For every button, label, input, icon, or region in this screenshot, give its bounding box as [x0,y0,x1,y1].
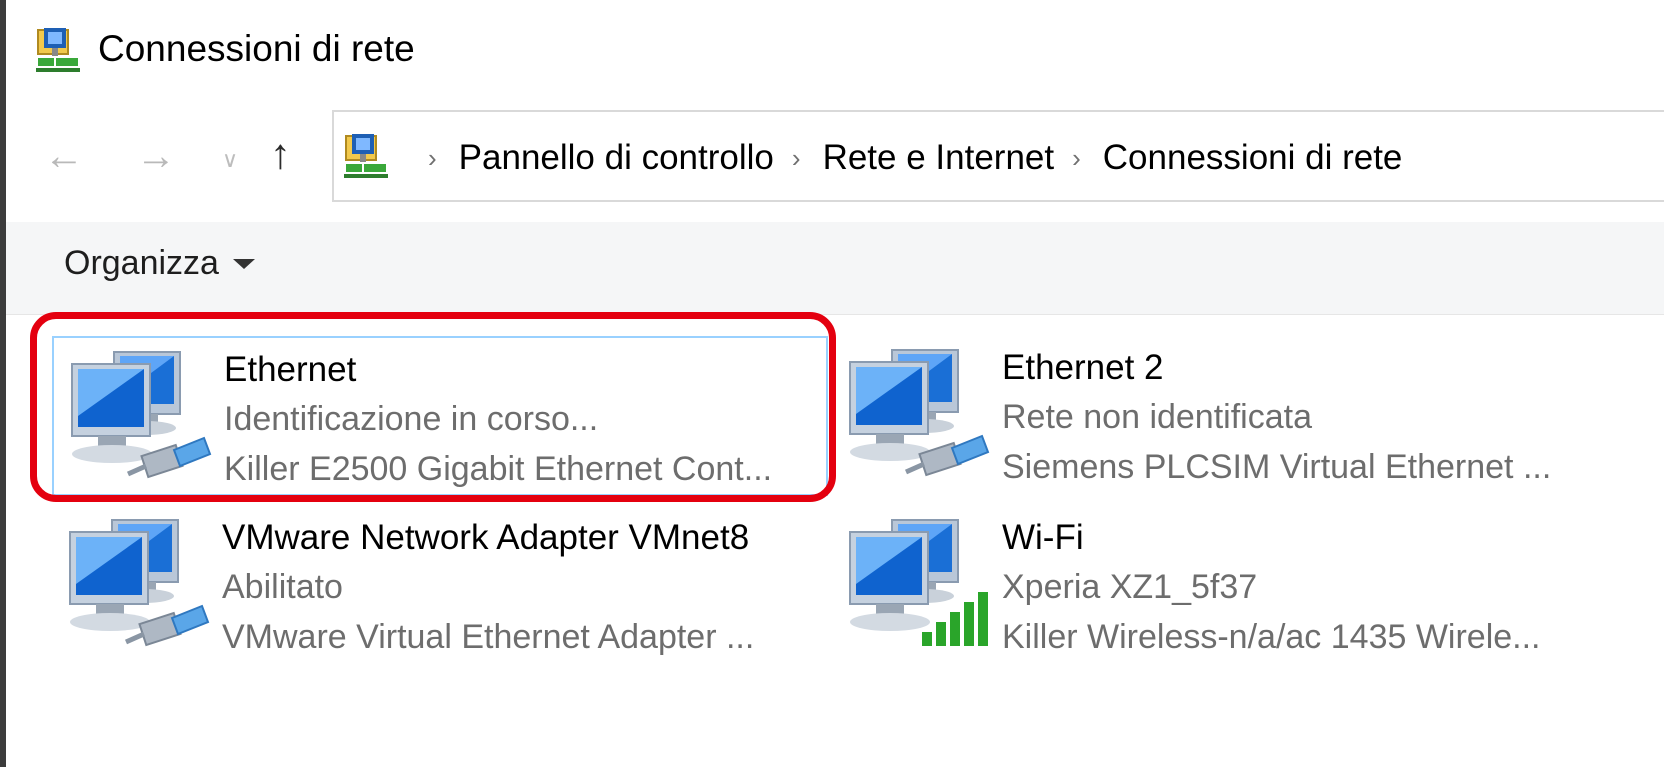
title-bar: Connessioni di rete [6,0,1664,100]
connection-device: Killer Wireless-n/a/ac 1435 Wirele... [1002,618,1541,656]
breadcrumb-separator-icon[interactable]: › [428,143,437,174]
wifi-adapter-icon [849,519,988,646]
chevron-down-icon[interactable]: ∨ [222,140,238,180]
connection-name: VMware Network Adapter VMnet8 [222,518,750,557]
connection-device: Killer E2500 Gigabit Ethernet Cont... [224,450,773,488]
connection-item-vmware-vmnet8[interactable]: VMware Network Adapter VMnet8 Abilitato … [52,506,828,666]
caret-down-icon [232,258,255,269]
breadcrumb-item-network-connections[interactable]: Connessioni di rete [1103,138,1403,178]
address-bar[interactable]: › Pannello di controllo › Rete e Interne… [332,110,1664,202]
breadcrumb: › Pannello di controllo › Rete e Interne… [410,132,1402,184]
connection-status: Rete non identificata [1002,398,1312,436]
organize-button[interactable]: Organizza [64,244,255,283]
network-adapter-icon [71,351,212,479]
connection-status: Identificazione in corso... [224,400,599,438]
breadcrumb-item-control-panel[interactable]: Pannello di controllo [459,138,774,178]
connection-status: Xperia XZ1_5f37 [1002,568,1258,606]
connection-item-wifi[interactable]: Wi-Fi Xperia XZ1_5f37 Killer Wireless-n/… [832,506,1608,666]
window-title: Connessioni di rete [98,28,415,69]
network-adapter-icon [849,349,990,477]
connection-name: Ethernet 2 [1002,348,1164,387]
network-connections-icon [36,28,80,72]
connection-name: Ethernet [224,350,357,389]
back-arrow-icon[interactable]: ← [44,136,84,176]
breadcrumb-item-network-internet[interactable]: Rete e Internet [823,138,1055,178]
connection-status: Abilitato [222,568,343,606]
organize-label: Organizza [64,244,219,282]
connection-text: Ethernet 2 Rete non identificata Siemens… [1002,344,1551,492]
breadcrumb-separator-icon[interactable]: › [792,143,801,174]
connection-device: Siemens PLCSIM Virtual Ethernet ... [1002,448,1552,486]
connection-item-ethernet-2[interactable]: Ethernet 2 Rete non identificata Siemens… [832,336,1608,496]
forward-arrow-icon[interactable]: → [136,136,176,176]
connection-text: VMware Network Adapter VMnet8 Abilitato … [222,514,754,662]
window: Connessioni di rete ← → ∨ ↑ › Pannello d… [6,0,1664,767]
network-connections-icon [344,134,388,178]
connection-name: Wi-Fi [1002,518,1084,557]
breadcrumb-separator-icon[interactable]: › [1072,143,1081,174]
connection-device: VMware Virtual Ethernet Adapter ... [222,618,755,656]
connection-text: Ethernet Identificazione in corso... Kil… [224,346,772,494]
network-adapter-icon [69,519,210,647]
connection-item-ethernet[interactable]: Ethernet Identificazione in corso... Kil… [52,336,828,496]
connection-text: Wi-Fi Xperia XZ1_5f37 Killer Wireless-n/… [1002,514,1541,662]
up-arrow-icon[interactable]: ↑ [270,133,291,175]
command-bar: Organizza [6,222,1664,315]
